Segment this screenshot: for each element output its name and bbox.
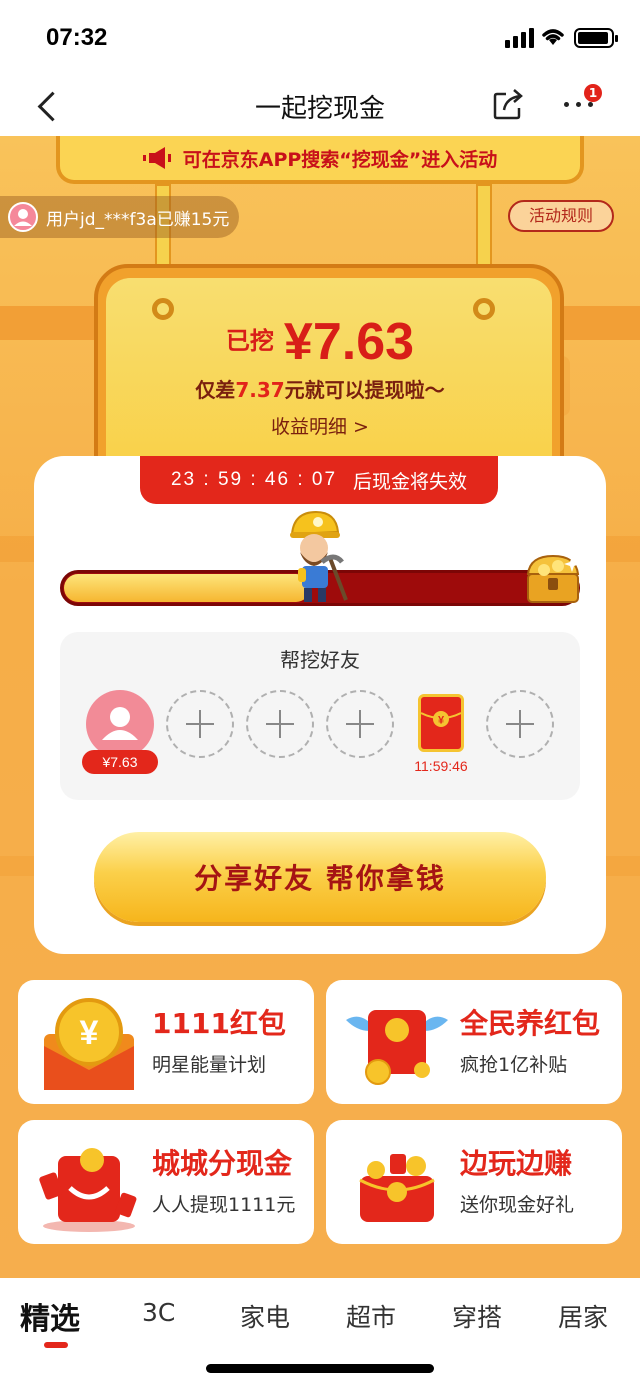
invite-slot-plus-icon[interactable]	[486, 690, 554, 758]
tab-3c[interactable]: 3C	[142, 1298, 175, 1327]
active-tab-indicator	[44, 1342, 68, 1348]
tab-appliances[interactable]: 家电	[240, 1298, 290, 1334]
svg-text:¥: ¥	[438, 715, 445, 727]
treasure-chest-icon	[526, 554, 580, 603]
tab-home[interactable]: 居家	[558, 1298, 608, 1334]
earned-label: 已挖	[225, 327, 274, 355]
svg-text:¥: ¥	[80, 1014, 99, 1052]
red-packet-icon[interactable]: ¥	[418, 694, 464, 752]
countdown-banner: 23 : 59 : 46 : 07 后现金将失效	[140, 456, 498, 504]
tile-subtitle: 明星能量计划	[152, 1054, 267, 1076]
promo-tile-raise-redpack[interactable]: 全民养红包 疯抢1亿补贴	[326, 980, 622, 1104]
friend-amount-badge: ¥7.63	[82, 750, 158, 774]
red-packet-countdown: 11:59:46	[414, 758, 468, 774]
promo-tile-city-cash[interactable]: 城城分现金 人人提现1111元	[18, 1120, 314, 1244]
gold-coin-envelope-icon: ¥	[44, 998, 134, 1090]
banner-text: 可在京东APP搜索“挖现金”进入活动	[182, 148, 498, 171]
countdown-suffix: 后现金将失效	[353, 470, 468, 493]
tile-title: 城城分现金	[152, 1147, 293, 1180]
remain-amount: 7.37	[235, 378, 285, 402]
gift-box-icon	[359, 1154, 435, 1222]
friend-avatar	[86, 690, 154, 758]
happy-redpack-icon	[39, 1148, 137, 1232]
tab-fashion[interactable]: 穿搭	[452, 1298, 502, 1334]
more-menu-icon[interactable]: 1	[560, 84, 602, 120]
promo-tile-play-earn[interactable]: 边玩边赚 送你现金好礼	[326, 1120, 622, 1244]
miner-icon	[290, 510, 348, 602]
earnings-ticker: 用户jd_***f3a已赚15元	[0, 196, 240, 238]
earned-value: ¥7.63	[283, 313, 415, 371]
tile-subtitle: 人人提现1111元	[152, 1194, 296, 1216]
invite-slot-plus-icon[interactable]	[326, 690, 394, 758]
tile-subtitle: 送你现金好礼	[460, 1194, 575, 1216]
progress-fill	[64, 574, 310, 602]
page-title: 一起挖现金	[254, 94, 385, 124]
earned-amount: 已挖 ¥7.63	[0, 312, 640, 372]
battery-icon	[574, 28, 618, 48]
signal-icon	[505, 28, 534, 48]
tab-featured[interactable]: 精选	[20, 1294, 80, 1338]
tile-title: 边玩边赚	[460, 1147, 573, 1180]
status-time: 07:32	[46, 24, 108, 51]
notification-badge: 1	[584, 84, 602, 102]
winged-redpack-icon	[346, 1010, 448, 1085]
wifi-icon	[542, 29, 564, 45]
promo-tile-1111-redpack[interactable]: ¥ 1111红包 明星能量计划	[18, 980, 314, 1104]
remaining-text: 仅差7.37元就可以提现啦～	[0, 374, 640, 403]
search-hint-banner: 可在京东APP搜索“挖现金”进入活动	[56, 136, 584, 184]
status-bar: 07:32	[0, 0, 640, 76]
remain-prefix: 仅差	[195, 378, 236, 402]
invite-slot-plus-icon[interactable]	[166, 690, 234, 758]
remain-suffix: 元就可以提现啦～	[284, 378, 445, 402]
tab-supermarket[interactable]: 超市	[346, 1298, 396, 1334]
invite-slot-plus-icon[interactable]	[246, 690, 314, 758]
earnings-detail-link[interactable]: 收益明细 >	[0, 412, 640, 439]
speaker-icon	[142, 147, 171, 169]
countdown-clock: 23 : 59 : 46 : 07	[170, 469, 338, 490]
tile-subtitle: 疯抢1亿补贴	[460, 1054, 568, 1076]
share-friends-label: 分享好友 帮你拿钱	[194, 862, 446, 895]
person-icon	[102, 707, 138, 740]
share-friends-button[interactable]: 分享好友 帮你拿钱	[94, 832, 546, 922]
user-avatar-icon	[8, 202, 38, 232]
tile-title: 全民养红包	[460, 1007, 601, 1040]
share-icon[interactable]	[490, 86, 526, 122]
friend-helpers-title: 帮挖好友	[280, 648, 360, 672]
ticker-text: 用户jd_***f3a已赚15元	[46, 209, 230, 230]
nav-bar: 一起挖现金 1	[0, 76, 640, 136]
activity-rules-button[interactable]: 活动规则	[508, 200, 614, 232]
tile-title: 1111红包	[152, 1007, 286, 1040]
home-indicator	[206, 1364, 434, 1373]
